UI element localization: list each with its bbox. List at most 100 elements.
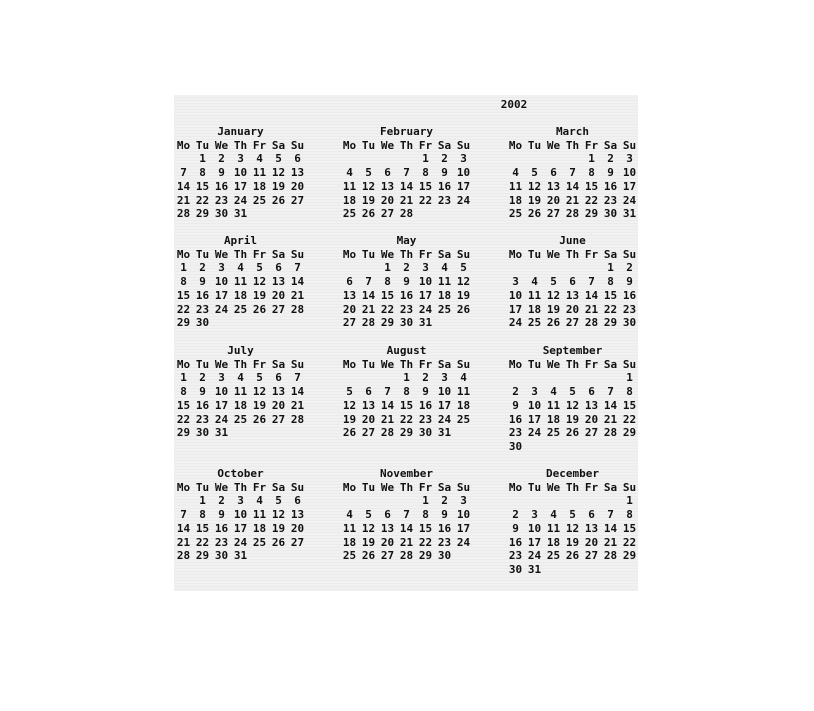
day-cell: 13 <box>565 288 580 302</box>
day-cell: 23 <box>437 193 452 207</box>
day-cell: 30 <box>418 426 433 440</box>
day-cell: 13 <box>380 179 395 193</box>
day-cell: 14 <box>399 521 414 535</box>
day-cell: 19 <box>361 535 376 549</box>
weekday-label: We <box>380 138 395 152</box>
day-cell: 25 <box>508 207 523 221</box>
weekday-label: Sa <box>603 138 618 152</box>
day-cell: 21 <box>176 535 191 549</box>
day-cell: 21 <box>380 412 395 426</box>
day-cell: 30 <box>195 426 210 440</box>
day-cell: 2 <box>512 385 519 399</box>
day-cell: 13 <box>271 385 286 399</box>
day-cell: 9 <box>218 508 225 522</box>
day-cell: 6 <box>550 166 557 180</box>
day-cell: 10 <box>437 385 452 399</box>
day-cell: 19 <box>565 535 580 549</box>
month-name: November <box>380 467 433 480</box>
weekday-label: We <box>380 247 395 261</box>
day-cell: 8 <box>626 508 633 522</box>
weekday-label: Fr <box>418 138 433 152</box>
day-cell: 13 <box>290 508 305 522</box>
day-cell: 14 <box>603 521 618 535</box>
day-cell: 18 <box>342 193 357 207</box>
day-cell: 7 <box>384 385 391 399</box>
weekday-label: Th <box>399 357 414 371</box>
day-cell: 4 <box>237 371 244 385</box>
day-cell: 9 <box>218 166 225 180</box>
day-cell: 6 <box>365 385 372 399</box>
day-cell: 3 <box>237 494 244 508</box>
day-cell: 31 <box>214 426 229 440</box>
day-cell: 29 <box>195 207 210 221</box>
day-cell: 10 <box>456 166 471 180</box>
day-cell: 18 <box>233 288 248 302</box>
day-cell: 6 <box>569 275 576 289</box>
day-cell: 10 <box>233 508 248 522</box>
day-cell: 22 <box>380 302 395 316</box>
day-cell: 27 <box>290 193 305 207</box>
day-cell: 14 <box>584 288 599 302</box>
day-cell: 10 <box>508 288 523 302</box>
day-cell: 13 <box>361 398 376 412</box>
day-cell: 27 <box>584 549 599 563</box>
weekday-label: Tu <box>527 138 542 152</box>
day-cell: 3 <box>237 152 244 166</box>
day-cell: 31 <box>437 426 452 440</box>
day-cell: 19 <box>252 288 267 302</box>
weekday-label: Mo <box>342 357 357 371</box>
month-name: May <box>396 234 417 247</box>
day-cell: 9 <box>626 275 633 289</box>
day-cell: 24 <box>437 412 452 426</box>
month-name: March <box>555 125 590 138</box>
day-cell: 4 <box>550 508 557 522</box>
day-cell: 8 <box>180 275 187 289</box>
day-cell: 11 <box>456 385 471 399</box>
day-cell: 23 <box>214 535 229 549</box>
day-cell: 23 <box>195 412 210 426</box>
day-cell: 2 <box>626 261 633 275</box>
day-cell: 9 <box>403 275 410 289</box>
day-cell: 20 <box>271 288 286 302</box>
day-cell: 26 <box>546 316 561 330</box>
day-cell: 16 <box>214 521 229 535</box>
day-cell: 30 <box>399 316 414 330</box>
day-cell: 5 <box>275 152 282 166</box>
day-cell: 31 <box>527 562 542 576</box>
day-cell: 12 <box>252 385 267 399</box>
weekday-label: Tu <box>361 357 376 371</box>
day-cell: 16 <box>195 288 210 302</box>
day-cell: 13 <box>380 521 395 535</box>
weekday-label: Th <box>233 357 248 371</box>
weekday-label: Sa <box>603 357 618 371</box>
day-cell: 24 <box>233 535 248 549</box>
day-cell: 20 <box>342 302 357 316</box>
day-cell: 20 <box>271 398 286 412</box>
day-cell: 6 <box>275 371 282 385</box>
day-cell: 7 <box>569 166 576 180</box>
weekday-label: We <box>546 357 561 371</box>
day-cell: 30 <box>508 562 523 576</box>
day-cell: 6 <box>275 261 282 275</box>
day-cell: 19 <box>565 412 580 426</box>
weekday-label: Tu <box>195 357 210 371</box>
weekday-label: Fr <box>584 480 599 494</box>
day-cell: 19 <box>361 193 376 207</box>
day-cell: 5 <box>531 166 538 180</box>
day-cell: 15 <box>603 288 618 302</box>
weekday-label: We <box>380 357 395 371</box>
day-cell: 26 <box>361 549 376 563</box>
day-cell: 6 <box>588 385 595 399</box>
day-cell: 10 <box>622 166 637 180</box>
day-cell: 30 <box>195 316 210 330</box>
weekday-label: Su <box>290 138 305 152</box>
month-name: April <box>223 234 258 247</box>
day-cell: 22 <box>195 535 210 549</box>
day-cell: 25 <box>546 549 561 563</box>
day-cell: 15 <box>399 398 414 412</box>
day-cell: 15 <box>176 288 191 302</box>
weekday-label: Su <box>456 480 471 494</box>
weekday-label: We <box>546 480 561 494</box>
day-cell: 20 <box>565 302 580 316</box>
day-cell: 13 <box>290 166 305 180</box>
